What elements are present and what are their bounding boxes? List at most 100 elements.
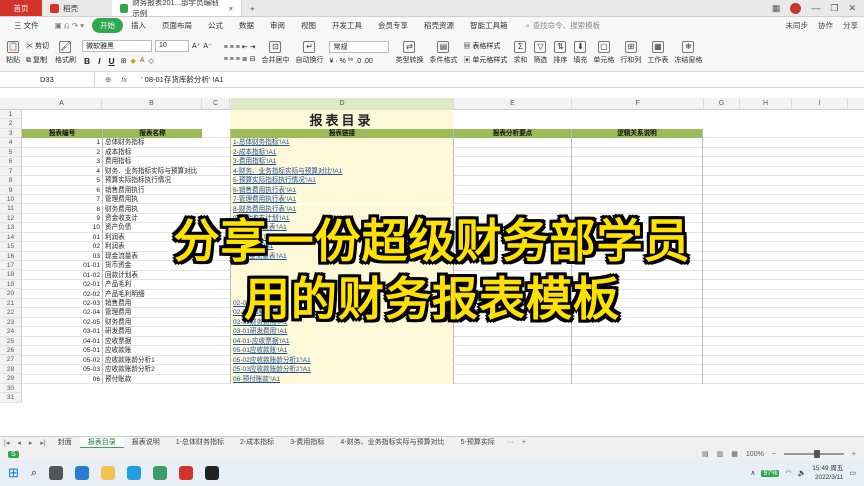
report-number-cell[interactable]: 02-02 [22,290,102,299]
menu-insert[interactable]: 插入 [123,20,154,31]
row-header[interactable]: 10 [0,195,21,205]
wifi-icon[interactable]: ◠ [785,469,791,477]
report-link-cell[interactable] [230,289,453,299]
report-name-cell[interactable]: 货币资金 [102,261,202,271]
analysis-points-cell[interactable] [453,157,571,167]
underline-button[interactable]: U [106,56,116,66]
table-style-button[interactable]: ▦ 表格样式 [463,41,507,51]
analysis-points-cell[interactable] [453,336,571,347]
report-link-cell[interactable]: 06-预付账款'!A1 [230,374,453,385]
col-header-d[interactable]: D [231,98,454,110]
logic-note-cell[interactable] [571,176,703,186]
report-link-cell[interactable] [230,270,453,281]
row-header[interactable]: 22 [0,308,21,318]
column-heading[interactable]: 报表分析要点 [453,128,571,139]
avatar[interactable] [790,2,802,14]
report-name-cell[interactable]: 财务、业务指标实际与预算对比 [102,166,202,177]
input-method-icon[interactable]: S [8,450,19,458]
row-header[interactable]: 17 [0,261,21,271]
command-search[interactable]: ⌕ 查找命令、搜索模板 [525,20,600,31]
report-number-cell[interactable]: 06 [22,375,102,384]
row-header[interactable]: 8 [0,176,21,186]
row-header[interactable]: 19 [0,280,21,290]
view-reading-icon[interactable]: ▦ [731,450,738,458]
edge-browser-icon[interactable] [127,466,142,480]
logic-note-cell[interactable] [571,270,703,281]
grid-icon[interactable]: ▦ [772,3,781,14]
report-link-cell[interactable]: 05-02应收款账龄分析1'!A1 [230,355,453,366]
number-format-select[interactable]: 常规 [329,40,390,53]
row-header[interactable]: 6 [0,157,21,167]
report-number-cell[interactable]: 5 [22,176,102,185]
col-header-h[interactable]: H [740,98,792,110]
analysis-points-cell[interactable] [453,185,571,196]
report-name-cell[interactable]: 费用指标 [102,157,202,167]
fx-icon[interactable]: fx [121,75,127,84]
report-name-cell[interactable]: 研发费用 [102,327,202,337]
logic-note-cell[interactable] [571,166,703,177]
analysis-points-cell[interactable] [453,327,571,337]
prev-sheet-icon[interactable]: ◂ [13,439,25,447]
zoom-icon[interactable]: ⊕ [105,75,111,84]
analysis-points-cell[interactable] [453,138,571,148]
logic-note-cell[interactable] [571,204,703,214]
sheet-tab[interactable]: 2-成本指标 [232,437,282,449]
logic-note-cell[interactable] [571,185,703,196]
column-heading[interactable]: 逻辑关系说明 [571,128,703,139]
report-link-cell[interactable]: 6-销售费用执行表'!A1 [230,185,453,196]
widgets-icon[interactable] [75,466,90,480]
report-link-cell[interactable]: 4-财务、业务指标实际与预算对比'!A1 [230,166,453,177]
document-tab[interactable]: 财务报表201...部学员编制示例 × [112,0,242,18]
report-number-cell[interactable]: 03 [22,252,102,261]
next-sheet-icon[interactable]: ▸ [25,439,37,447]
last-sheet-icon[interactable]: ▸| [36,439,49,447]
menu-daoke-resources[interactable]: 稻壳资源 [416,20,462,31]
logic-note-cell[interactable] [571,280,703,290]
font-name-select[interactable]: 微软雅黑 [81,39,152,52]
analysis-points-cell[interactable] [453,242,571,252]
merge-center-button[interactable]: ⊡ 合并居中 [261,40,289,65]
report-number-cell[interactable]: 01-02 [22,271,102,280]
row-header[interactable]: 23 [0,318,21,328]
report-name-cell[interactable]: 销售费用 [102,299,202,309]
maximize-icon[interactable]: ❐ [830,3,838,14]
fill-button[interactable]: ⬇ 填充 [573,40,587,65]
report-number-cell[interactable]: 04-01 [22,337,102,346]
cell-style-button[interactable]: ▣ 单元格样式 [463,55,507,65]
logic-note-cell[interactable] [571,147,703,158]
border-icon[interactable]: ⊞ [121,57,127,65]
report-name-cell[interactable]: 产品毛利明细 [102,289,202,299]
report-number-cell[interactable]: 05-01 [22,346,102,355]
sync-status[interactable]: 未同步 [786,20,809,31]
analysis-points-cell[interactable] [453,346,571,356]
zoom-in-icon[interactable]: + [852,451,856,458]
logic-note-cell[interactable] [571,195,703,205]
minimize-icon[interactable]: — [811,3,820,13]
report-number-cell[interactable]: 6 [22,186,102,195]
type-convert-button[interactable]: ⇄ 类型转换 [395,40,423,65]
report-link-cell[interactable]: 2-成本指标'!A1 [230,147,453,158]
row-header[interactable]: 30 [0,384,21,394]
menu-review[interactable]: 审阅 [262,20,293,31]
close-window-icon[interactable]: ✕ [848,3,856,14]
report-link-cell[interactable]: 7-管理费用执行表'!A1 [230,195,453,205]
row-header[interactable]: 31 [0,393,21,403]
row-header[interactable]: 13 [0,223,21,233]
row-header[interactable]: 7 [0,167,21,177]
home-tab[interactable]: 首页 [0,0,42,16]
row-header[interactable]: 14 [0,233,21,243]
logic-note-cell[interactable] [571,232,703,243]
report-name-cell[interactable]: 管理费用执 [102,195,202,205]
report-number-cell[interactable]: 1 [22,138,102,147]
align-bottom-row[interactable]: ≡ ≡ ≡ ≣ ⊟ [224,55,256,63]
report-number-cell[interactable]: 8 [22,205,102,214]
logic-note-cell[interactable] [571,308,703,318]
row-header[interactable]: 18 [0,270,21,280]
report-link-cell[interactable]: 9-资金收支计划'!A1 [230,213,453,224]
analysis-points-cell[interactable] [453,195,571,205]
bold-button[interactable]: B [82,56,92,66]
report-number-cell[interactable]: 05-03 [22,365,102,374]
report-name-cell[interactable]: 利润表 [102,242,202,252]
column-heading[interactable]: 报表编号 [22,128,102,139]
report-link-cell[interactable] [230,261,453,271]
